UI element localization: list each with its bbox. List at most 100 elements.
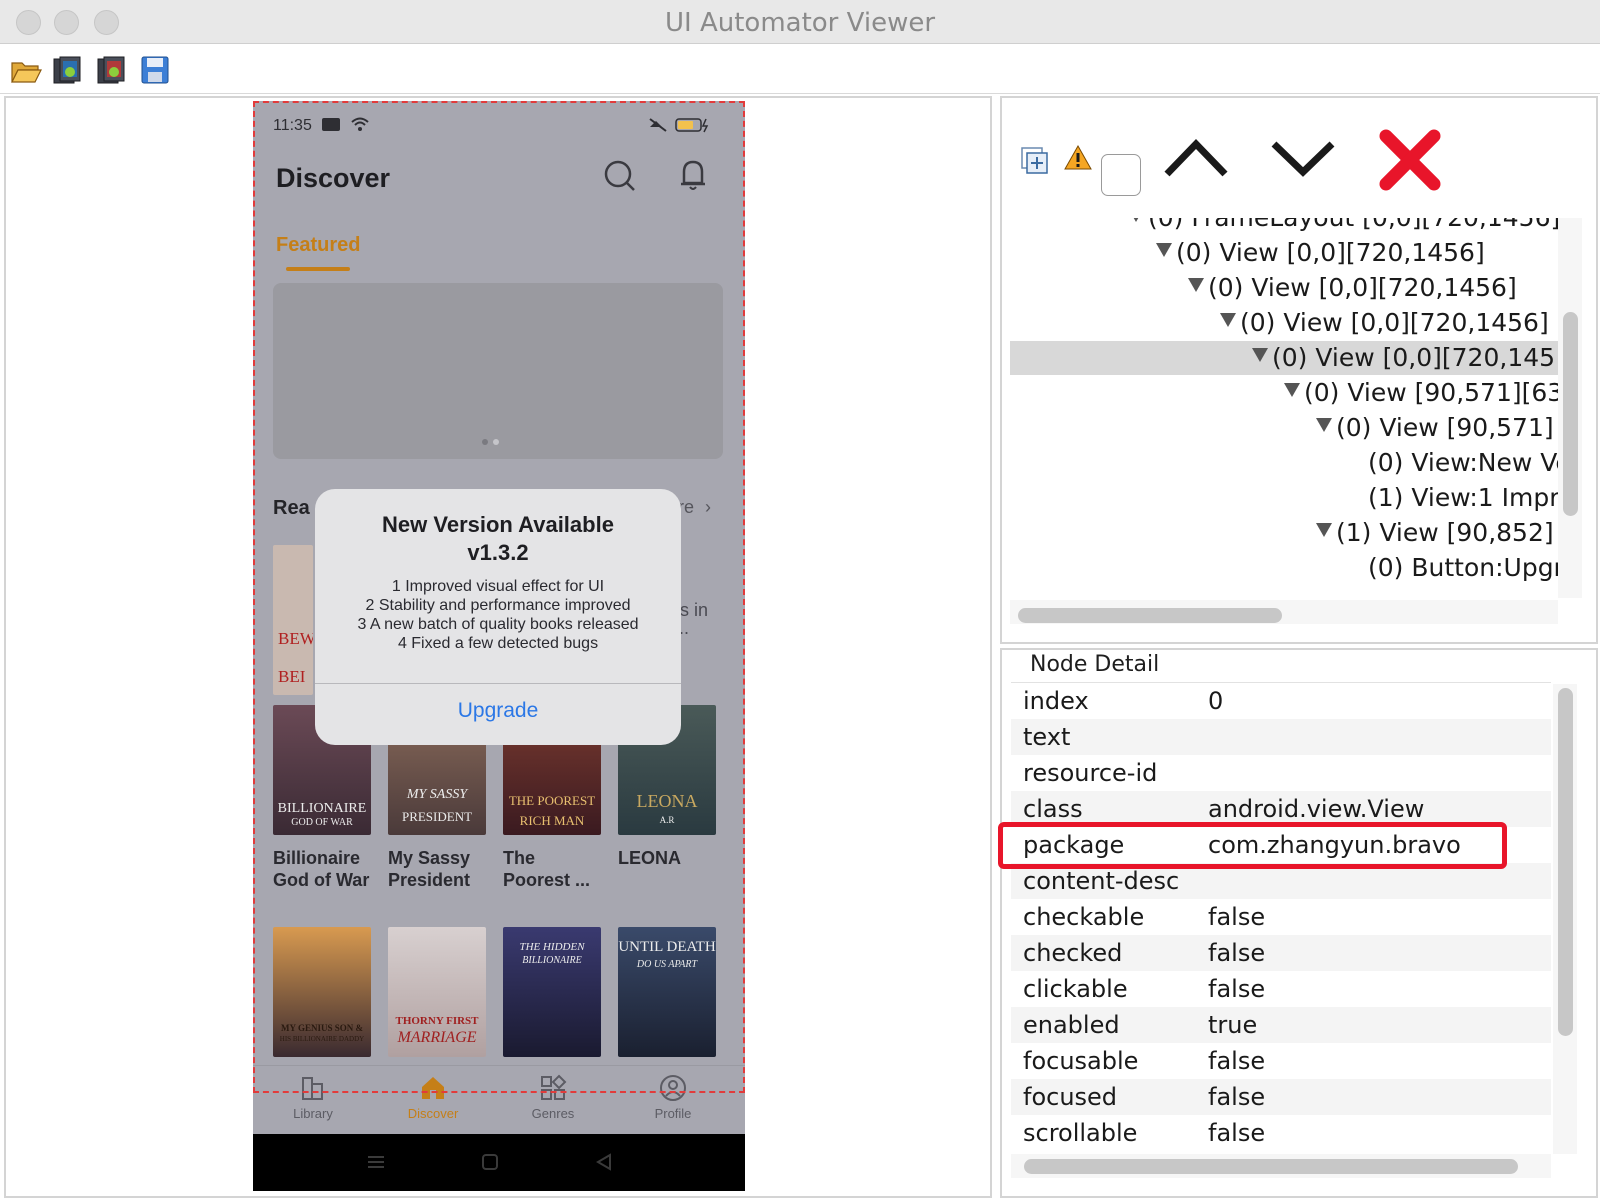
tree-vertical-scrollbar[interactable] <box>1563 312 1578 516</box>
property-value: false <box>1208 1047 1266 1075</box>
book-title[interactable]: My Sassy President <box>388 847 498 891</box>
tree-node-label: (0) View [90,571][63 <box>1304 378 1558 407</box>
book-cover-text: BILLIONAIRE <box>277 801 367 816</box>
dialog-title: New Version Available v1.3.2 <box>315 511 681 567</box>
book-title-line: President <box>388 870 471 890</box>
book-title-line: Billionaire <box>273 848 361 868</box>
table-row[interactable]: index 0 <box>1011 683 1551 719</box>
property-value: false <box>1208 1119 1266 1147</box>
title-bar: UI Automator Viewer <box>0 0 1600 44</box>
property-key: scrollable <box>1023 1119 1138 1147</box>
menu-icon[interactable] <box>367 1154 385 1175</box>
nav-discover[interactable]: Discover <box>388 1074 478 1121</box>
warning-icon[interactable] <box>1064 144 1092 177</box>
property-key: index <box>1023 687 1089 715</box>
save-icon[interactable] <box>140 55 170 85</box>
book-title[interactable]: The Poorest ... <box>503 847 613 891</box>
expand-triangle-icon <box>1316 418 1332 432</box>
toggle-checkbox[interactable] <box>1101 154 1141 196</box>
app-window: UI Automator Viewer 11:35 Discover Featu… <box>0 0 1600 1200</box>
open-folder-icon[interactable] <box>10 55 42 85</box>
detail-vertical-scrollbar[interactable] <box>1558 688 1573 1036</box>
book-cover-partial[interactable]: BEW BEI <box>273 545 313 695</box>
nav-label: Profile <box>654 1106 692 1121</box>
nav-label: Genres <box>531 1106 575 1121</box>
tree-node[interactable]: (1) View [90,852] <box>1010 516 1558 550</box>
page-title: Discover <box>276 163 391 193</box>
device-screenshot-compressed-icon[interactable] <box>96 55 126 85</box>
book-cover-subtext: BILLIONAIRE <box>522 955 582 966</box>
close-icon[interactable] <box>1378 128 1442 197</box>
tree-node[interactable]: (0) View [90,571][63 <box>1010 376 1558 410</box>
table-row[interactable]: resource-id <box>1011 755 1551 791</box>
property-key: text <box>1023 723 1071 751</box>
expand-all-icon[interactable] <box>1020 146 1050 181</box>
nav-profile[interactable]: Profile <box>628 1074 718 1121</box>
table-row[interactable]: checkable false <box>1011 899 1551 935</box>
tree-node[interactable]: (0) Button:Upgr <box>1010 551 1558 585</box>
table-row[interactable]: enabled true <box>1011 1007 1551 1043</box>
table-row[interactable]: scrollable false <box>1011 1115 1551 1150</box>
expand-triangle-icon <box>1128 218 1144 222</box>
device-screenshot-icon[interactable] <box>52 55 82 85</box>
expand-triangle-icon <box>1220 313 1236 327</box>
book-cover[interactable]: MY GENIUS SON & HIS BILLIONAIRE DADDY <box>273 927 371 1057</box>
book-title-line: My Sassy <box>388 848 471 868</box>
expand-triangle-icon <box>1156 243 1172 257</box>
changelog-line: 4 Fixed a few detected bugs <box>397 635 599 652</box>
section-more-link[interactable]: re › <box>678 497 711 518</box>
home-icon[interactable] <box>481 1153 499 1176</box>
table-row[interactable]: clickable false <box>1011 971 1551 1007</box>
tree-node-label: (1) View [90,852] <box>1336 518 1554 547</box>
property-value: false <box>1208 903 1266 931</box>
book-cover-text: MY SASSY <box>406 787 468 802</box>
nav-library[interactable]: Library <box>268 1074 358 1121</box>
book-cover[interactable]: THORNY FIRST MARRIAGE <box>388 927 486 1057</box>
bell-icon[interactable] <box>678 157 708 198</box>
tree-node[interactable]: (0) View [0,0][720,1456] <box>1010 236 1558 270</box>
tree-node[interactable]: (0) View [90,571] <box>1010 411 1558 445</box>
tree-node[interactable]: (0) View [0,0][720,1456] <box>1010 306 1558 340</box>
tree-node[interactable]: (1) View:1 Impr <box>1010 481 1558 515</box>
mute-icon <box>648 117 670 138</box>
table-row[interactable]: checked false <box>1011 935 1551 971</box>
property-value: false <box>1208 975 1266 1003</box>
book-title[interactable]: Billionaire God of War <box>273 847 383 891</box>
tree-node[interactable]: (0) View:New Ve <box>1010 446 1558 480</box>
section-reading-title: Rea <box>273 497 310 519</box>
nav-genres[interactable]: Genres <box>508 1074 598 1121</box>
tree-node-label: (0) View [0,0][720,1456] <box>1208 273 1517 302</box>
book-cover-subtext: DO US APART <box>636 959 698 970</box>
profile-icon <box>659 1074 687 1102</box>
table-row[interactable]: text <box>1011 719 1551 755</box>
chevron-up-icon[interactable] <box>1163 136 1229 185</box>
tree-horizontal-scrollbar[interactable] <box>1018 608 1282 623</box>
book-title-line: Poorest ... <box>503 870 591 890</box>
dialog-version: v1.3.2 <box>467 540 529 565</box>
featured-banner[interactable] <box>273 283 723 459</box>
chevron-right-icon: › <box>705 497 712 517</box>
book-cover[interactable]: THE HIDDEN BILLIONAIRE <box>503 927 601 1057</box>
search-icon[interactable] <box>603 159 637 198</box>
upgrade-button[interactable]: Upgrade <box>315 699 681 723</box>
table-row[interactable]: focused false <box>1011 1079 1551 1115</box>
chevron-down-icon[interactable] <box>1270 136 1336 185</box>
device-screenshot[interactable]: 11:35 Discover Featured Rea re › d <box>253 101 745 1191</box>
table-row[interactable]: focusable false <box>1011 1043 1551 1079</box>
property-key: clickable <box>1023 975 1128 1003</box>
property-key: focusable <box>1023 1047 1139 1075</box>
tab-featured[interactable]: Featured <box>276 234 360 257</box>
book-cover-text: THE POOREST <box>508 793 596 808</box>
tree-node[interactable]: (0) View [0,0][720,1456] <box>1010 271 1558 305</box>
tree-node[interactable]: (0) FrameLayout [0,0][720,1456] <box>1010 218 1558 235</box>
book-cover[interactable]: UNTIL DEATH DO US APART <box>618 927 716 1057</box>
back-icon[interactable] <box>595 1153 613 1176</box>
window-title: UI Automator Viewer <box>664 8 936 38</box>
tree-node-selected[interactable]: (0) View [0,0][720,145 <box>1010 341 1558 375</box>
book-cover-text: MY GENIUS SON & <box>281 1023 363 1033</box>
book-title[interactable]: LEONA <box>618 847 728 869</box>
notification-icon <box>322 118 341 131</box>
book-cover-text: LEONA <box>636 791 698 811</box>
detail-horizontal-scrollbar[interactable] <box>1024 1159 1518 1174</box>
banner-dot-active <box>482 439 488 445</box>
